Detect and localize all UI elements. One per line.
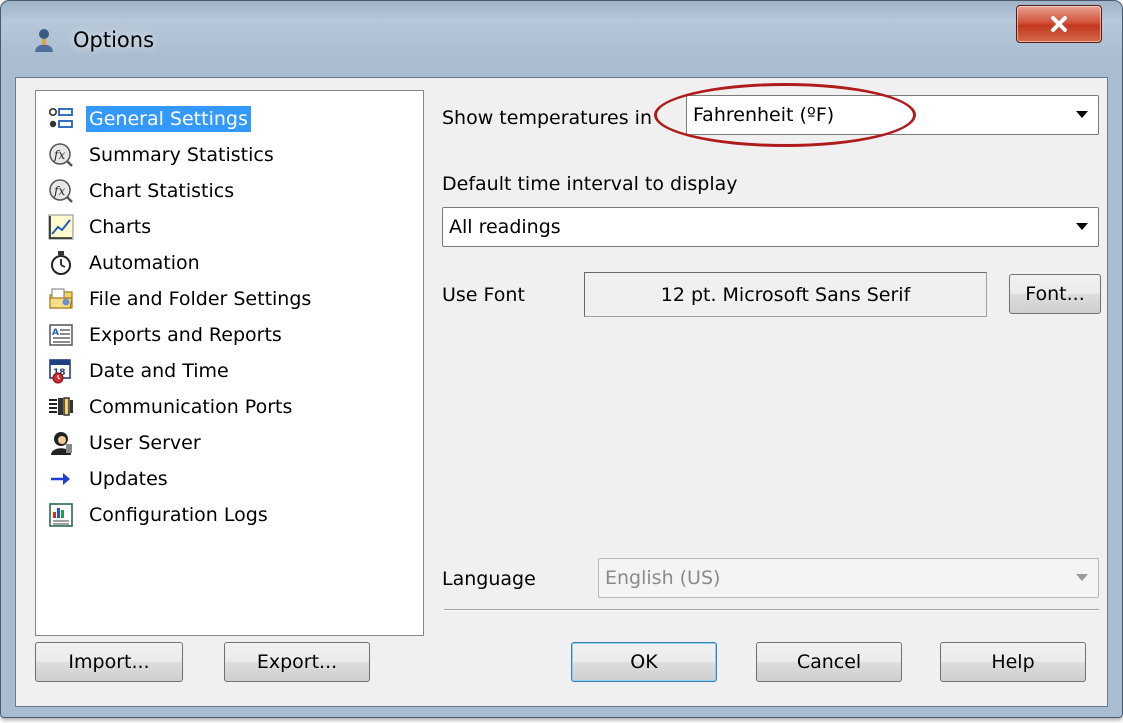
nav-item-label: File and Folder Settings	[89, 288, 312, 310]
nav-item-date-and-time[interactable]: 18 Date and Time	[48, 353, 423, 389]
nav-item-label: Configuration Logs	[89, 504, 268, 526]
stopwatch-icon	[48, 250, 74, 276]
svg-text:A: A	[52, 328, 59, 338]
time-interval-label: Default time interval to display	[442, 173, 738, 195]
nav-item-communication-ports[interactable]: Communication Ports	[48, 389, 423, 425]
nav-item-exports-and-reports[interactable]: A Exports and Reports	[48, 317, 423, 353]
dialog-client-area: General Settings fx Summary Statistics f…	[15, 77, 1108, 707]
nav-item-user-server[interactable]: User Server	[48, 425, 423, 461]
svg-text:fx: fx	[53, 184, 65, 198]
nav-item-charts[interactable]: Charts	[48, 209, 423, 245]
general-settings-panel: Show temperatures in Fahrenheit (ºF) Def…	[426, 78, 1109, 708]
function-statistics-icon: fx	[48, 142, 74, 168]
help-button[interactable]: Help	[940, 642, 1086, 682]
time-interval-select[interactable]: All readings	[442, 207, 1099, 247]
dropdown-arrow-icon	[1075, 108, 1089, 122]
language-value: English (US)	[605, 567, 721, 589]
user-icon	[33, 28, 55, 54]
user-server-icon	[48, 430, 74, 456]
line-chart-icon	[48, 214, 74, 240]
close-icon	[1051, 16, 1067, 32]
import-button[interactable]: Import...	[35, 642, 183, 682]
language-select[interactable]: English (US)	[598, 558, 1099, 598]
nav-item-label: General Settings	[86, 106, 251, 132]
function-statistics-icon: fx	[48, 178, 74, 204]
export-button[interactable]: Export...	[224, 642, 370, 682]
window-title: Options	[73, 28, 155, 52]
temperature-unit-label: Show temperatures in	[442, 107, 652, 129]
font-display-box: 12 pt. Microsoft Sans Serif	[584, 272, 987, 317]
font-button[interactable]: Font...	[1009, 274, 1101, 314]
settings-category-list[interactable]: General Settings fx Summary Statistics f…	[35, 90, 424, 636]
temperature-unit-select[interactable]: Fahrenheit (ºF)	[686, 95, 1099, 135]
nav-item-label: Exports and Reports	[89, 324, 282, 346]
ports-icon	[48, 394, 74, 420]
folder-settings-icon	[48, 286, 74, 312]
nav-item-label: User Server	[89, 432, 201, 454]
separator	[444, 609, 1099, 611]
arrow-right-icon	[48, 466, 74, 492]
cancel-button[interactable]: Cancel	[756, 642, 902, 682]
title-bar[interactable]: Options	[1, 1, 1122, 77]
nav-item-configuration-logs[interactable]: Configuration Logs	[48, 497, 423, 533]
nav-item-automation[interactable]: Automation	[48, 245, 423, 281]
nav-item-file-and-folder-settings[interactable]: File and Folder Settings	[48, 281, 423, 317]
nav-item-label: Communication Ports	[89, 396, 293, 418]
report-icon: A	[48, 322, 74, 348]
temperature-unit-value: Fahrenheit (ºF)	[693, 104, 835, 126]
nav-item-label: Date and Time	[89, 360, 229, 382]
font-display-value: 12 pt. Microsoft Sans Serif	[660, 283, 911, 306]
close-button[interactable]	[1016, 5, 1102, 43]
nav-item-label: Charts	[89, 216, 152, 238]
nav-item-label: Updates	[89, 468, 168, 490]
use-font-label: Use Font	[442, 284, 525, 306]
nav-item-label: Chart Statistics	[89, 180, 235, 202]
log-chart-icon	[48, 502, 74, 528]
options-dialog: Options General Settings fx Summary Stat…	[0, 0, 1123, 718]
svg-text:fx: fx	[53, 148, 65, 162]
dropdown-arrow-icon	[1075, 571, 1089, 585]
nav-item-label: Summary Statistics	[89, 144, 274, 166]
list-settings-icon	[48, 106, 74, 132]
nav-item-summary-statistics[interactable]: fx Summary Statistics	[48, 137, 423, 173]
ok-button[interactable]: OK	[571, 642, 717, 682]
dropdown-arrow-icon	[1075, 220, 1089, 234]
language-label: Language	[442, 568, 536, 590]
nav-item-label: Automation	[89, 252, 200, 274]
calendar-clock-icon: 18	[48, 358, 74, 384]
nav-item-updates[interactable]: Updates	[48, 461, 423, 497]
nav-item-chart-statistics[interactable]: fx Chart Statistics	[48, 173, 423, 209]
time-interval-value: All readings	[449, 216, 561, 238]
nav-item-general-settings[interactable]: General Settings	[48, 101, 423, 137]
